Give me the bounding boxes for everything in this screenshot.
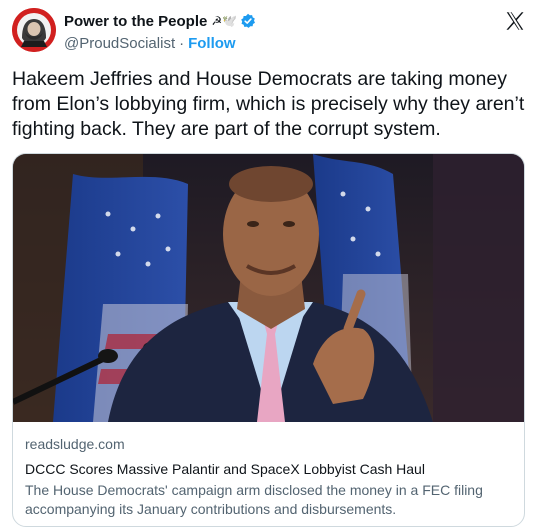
tweet-header: Power to the People ☭🕊️ @ProudSocialist …: [12, 6, 530, 62]
link-card[interactable]: readsludge.com DCCC Scores Massive Palan…: [12, 153, 525, 527]
card-domain[interactable]: readsludge.com: [25, 436, 515, 456]
card-description: The House Democrats' campaign arm disclo…: [25, 482, 483, 517]
verified-badge-icon: [240, 13, 256, 29]
handle[interactable]: @ProudSocialist: [64, 35, 175, 52]
hammer-sickle-dove-emoji: ☭🕊️: [211, 14, 238, 28]
tweet-text: Hakeem Jeffries and House Democrats are …: [12, 68, 525, 140]
card-title[interactable]: DCCC Scores Massive Palantir and SpaceX …: [25, 459, 515, 479]
article-photo: [13, 154, 524, 422]
portrait-avatar-icon: [12, 8, 56, 52]
separator-dot: ·: [179, 34, 185, 52]
card-meta: readsludge.com DCCC Scores Massive Palan…: [25, 436, 515, 519]
x-logo-icon[interactable]: [504, 10, 526, 32]
avatar[interactable]: [12, 8, 56, 52]
display-name[interactable]: Power to the People: [64, 13, 207, 30]
follow-button[interactable]: Follow: [188, 35, 236, 52]
